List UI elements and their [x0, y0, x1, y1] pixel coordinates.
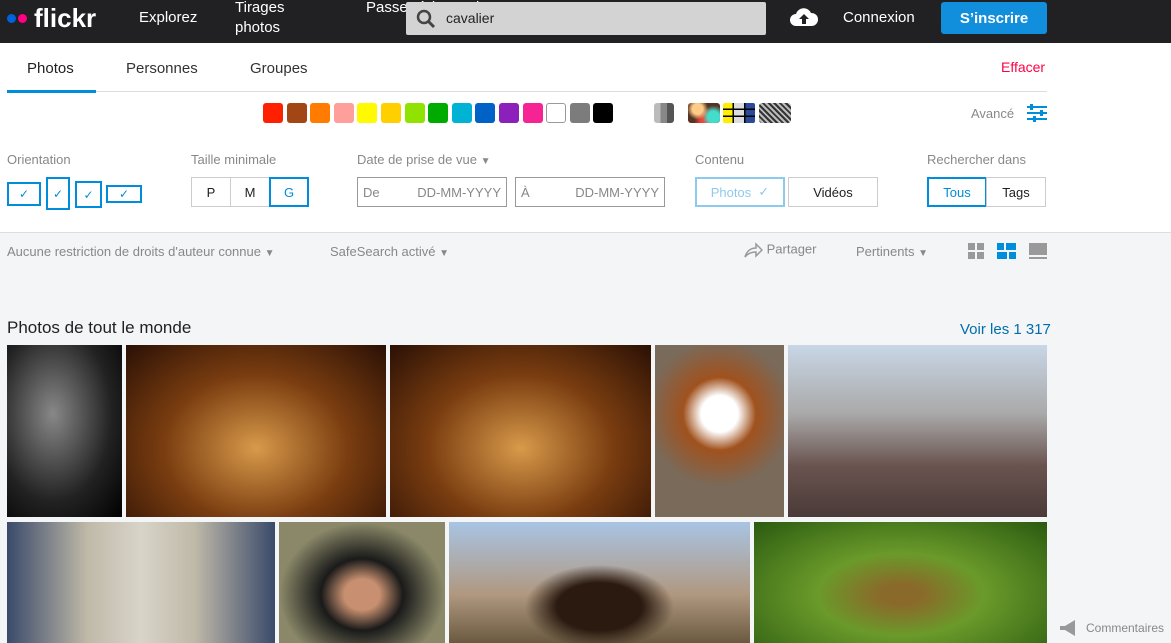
active-tab-indicator	[7, 90, 96, 93]
color-swatch[interactable]	[546, 103, 567, 123]
color-swatch[interactable]	[404, 103, 425, 123]
date-from-input[interactable]: De DD-MM-YYYY	[357, 177, 507, 207]
safesearch-dropdown[interactable]: SafeSearch activé ▼	[330, 244, 449, 259]
search-value: cavalier	[446, 10, 495, 26]
color-swatch[interactable]	[263, 103, 283, 123]
date-label-text: Date de prise de vue	[357, 152, 477, 167]
date-label[interactable]: Date de prise de vue ▼	[357, 152, 491, 167]
see-all-link[interactable]: Voir les 1 317	[960, 321, 1051, 338]
tab-photos[interactable]: Photos	[27, 60, 74, 77]
large-view-icon[interactable]	[1029, 243, 1047, 260]
logo-blue-dot	[7, 14, 16, 23]
content-videos-button[interactable]: Vidéos	[788, 177, 878, 207]
sort-dropdown[interactable]: Pertinents ▼	[856, 244, 928, 259]
clear-link[interactable]: Effacer	[1001, 59, 1045, 75]
flickr-logo[interactable]: flickr	[34, 3, 96, 34]
orientation-label: Orientation	[7, 152, 71, 167]
search-in-tags-button[interactable]: Tags	[986, 177, 1046, 207]
search-in-label: Rechercher dans	[927, 152, 1026, 167]
signup-button[interactable]: S’inscrire	[941, 2, 1047, 34]
orientation-landscape-checkbox[interactable]: ✓	[7, 182, 41, 206]
color-swatch[interactable]	[310, 103, 331, 123]
caret-down-icon: ▼	[264, 248, 275, 259]
logo-pink-dot	[18, 14, 27, 23]
color-swatch[interactable]	[381, 103, 401, 123]
color-swatch[interactable]	[357, 103, 378, 123]
content-photos-button[interactable]: Photos ✓	[695, 177, 785, 207]
content-label: Contenu	[695, 152, 745, 167]
size-medium-button[interactable]: M	[230, 177, 270, 207]
photo-rider-horse[interactable]	[7, 345, 122, 517]
size-large-button[interactable]: G	[269, 177, 309, 207]
color-swatch[interactable]	[522, 103, 543, 123]
feedback-label: Commentaires	[1086, 621, 1165, 635]
color-swatch[interactable]	[593, 103, 614, 123]
color-swatch[interactable]	[333, 103, 354, 123]
feedback-button[interactable]: Commentaires	[1056, 613, 1171, 643]
search-icon	[416, 9, 436, 29]
date-to-input[interactable]: À DD-MM-YYYY	[515, 177, 665, 207]
sliders-icon[interactable]	[1027, 104, 1047, 122]
swatch-minimalism[interactable]	[723, 103, 755, 123]
caret-down-icon: ▼	[480, 156, 491, 167]
search-input[interactable]: cavalier	[406, 2, 766, 35]
orientation-portrait-checkbox[interactable]: ✓	[46, 177, 70, 210]
megaphone-icon	[1060, 620, 1075, 636]
login-link[interactable]: Connexion	[843, 8, 915, 28]
justified-view-icon[interactable]	[997, 243, 1016, 260]
orientation-square-checkbox[interactable]: ✓	[75, 181, 102, 208]
date-from-label: De	[363, 184, 380, 200]
color-swatch[interactable]	[475, 103, 496, 123]
caret-down-icon: ▼	[918, 248, 929, 259]
tab-people[interactable]: Personnes	[126, 60, 198, 77]
content-photos-label: Photos	[710, 184, 752, 200]
tab-groups[interactable]: Groupes	[250, 60, 308, 77]
date-to-label: À	[521, 184, 530, 200]
orientation-panorama-checkbox[interactable]: ✓	[106, 185, 142, 203]
share-label: Partager	[766, 241, 817, 257]
photo-dog-bridge[interactable]	[788, 345, 1047, 517]
license-dropdown[interactable]: Aucune restriction de droits d'auteur co…	[7, 244, 275, 259]
caret-down-icon: ▼	[439, 248, 450, 259]
photo-cathedral-tomb[interactable]	[7, 522, 275, 643]
date-from-placeholder: DD-MM-YYYY	[417, 184, 501, 200]
photo-dragonfly[interactable]	[754, 522, 1047, 643]
sort-label: Pertinents	[856, 244, 915, 259]
divider	[96, 91, 1047, 92]
top-header: flickr Explorez Tirages photos Passez à …	[0, 0, 1171, 43]
share-icon	[744, 242, 764, 258]
check-icon: ✓	[758, 184, 770, 199]
color-swatch[interactable]	[499, 103, 519, 123]
license-label: Aucune restriction de droits d'auteur co…	[7, 244, 261, 259]
safesearch-label: SafeSearch activé	[330, 244, 436, 259]
grid-view-icon[interactable]	[968, 243, 985, 260]
section-title: Photos de tout le monde	[7, 318, 192, 337]
size-label: Taille minimale	[191, 152, 277, 167]
date-to-placeholder: DD-MM-YYYY	[575, 184, 659, 200]
color-swatch[interactable]	[569, 103, 590, 123]
nav-explore[interactable]: Explorez	[139, 8, 197, 28]
upload-cloud-icon[interactable]	[789, 6, 819, 28]
size-small-button[interactable]: P	[191, 177, 231, 207]
color-swatch[interactable]	[428, 103, 449, 123]
nav-prints[interactable]: Tirages photos	[235, 0, 305, 38]
swatch-shallow-depth[interactable]	[688, 103, 720, 123]
photo-chess-2[interactable]	[390, 345, 651, 517]
advanced-label[interactable]: Avancé	[971, 106, 1014, 121]
photo-laughing-cavalier-painting[interactable]	[279, 522, 445, 643]
photo-cavalier-puppy[interactable]	[655, 345, 784, 517]
color-swatch[interactable]	[451, 103, 472, 123]
share-button[interactable]: Partager	[743, 241, 817, 259]
search-in-all-button[interactable]: Tous	[927, 177, 987, 207]
swatch-grayscale[interactable]	[654, 103, 674, 123]
photo-chess-1[interactable]	[126, 345, 386, 517]
swatch-patterns[interactable]	[759, 103, 791, 123]
color-swatch[interactable]	[286, 103, 307, 123]
photo-cavalier-dog[interactable]	[449, 522, 750, 643]
